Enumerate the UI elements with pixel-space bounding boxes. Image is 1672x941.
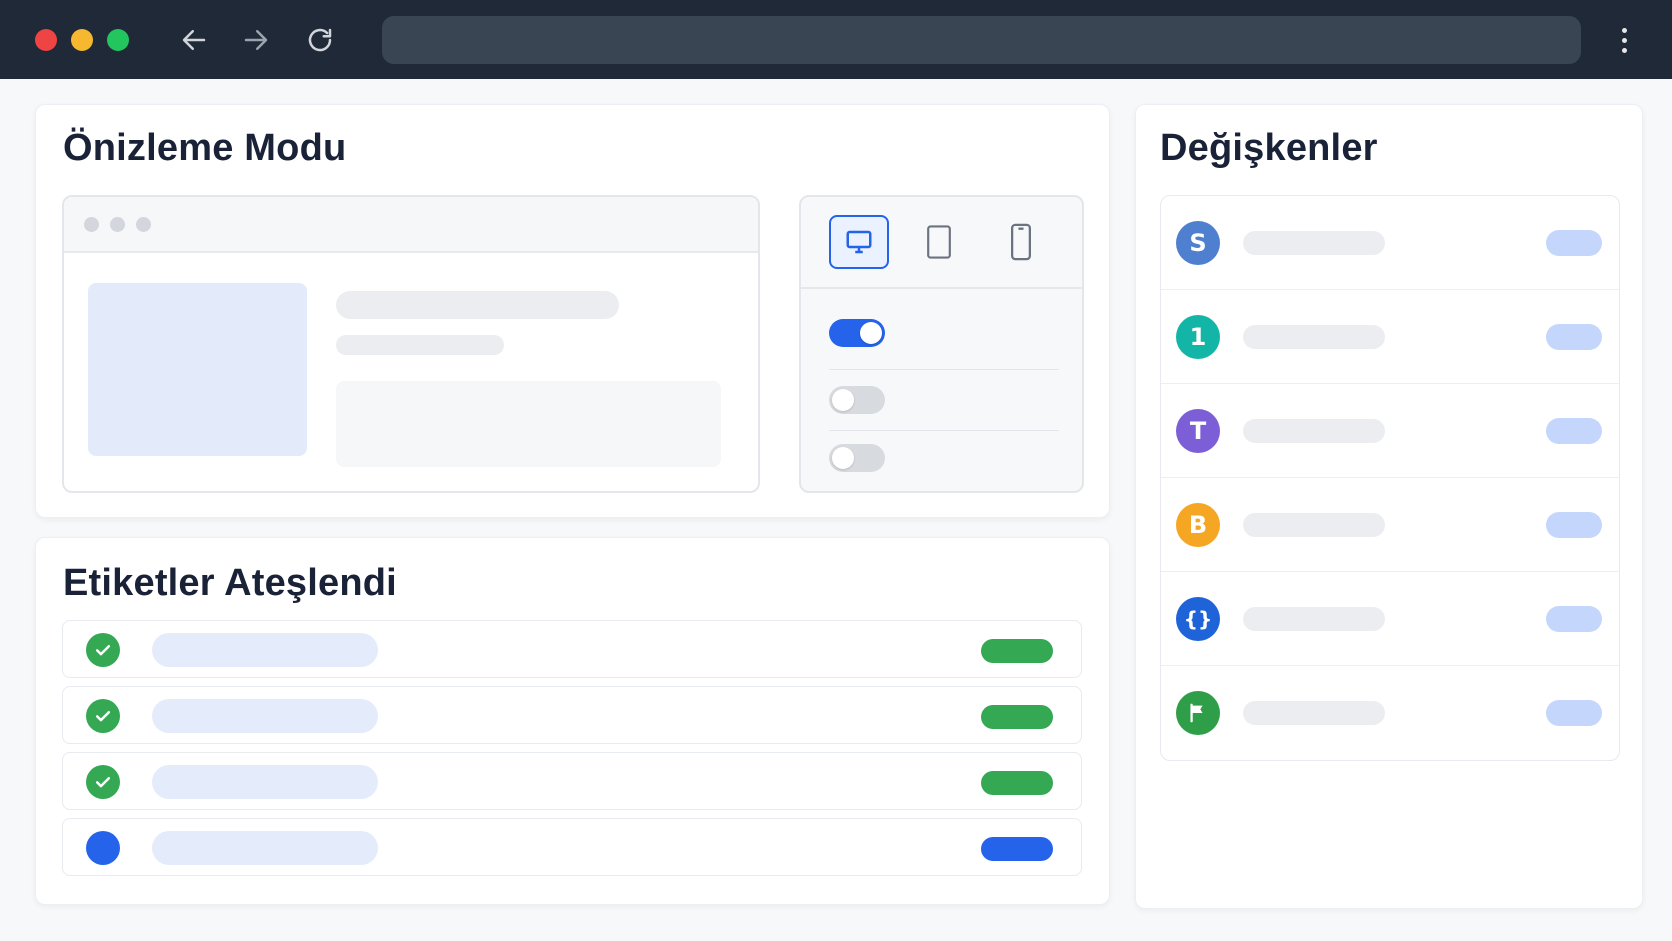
check-icon xyxy=(95,777,111,788)
variable-value-pill xyxy=(1546,230,1602,256)
divider xyxy=(829,369,1059,370)
tags-fired-panel: Etiketler Ateşlendi xyxy=(35,537,1110,905)
variable-value-pill xyxy=(1546,418,1602,444)
page-preview-frame xyxy=(62,195,760,493)
variable-type-badge: T xyxy=(1176,409,1220,453)
variable-type-badge: B xyxy=(1176,503,1220,547)
preview-window-bar xyxy=(64,197,758,253)
status-fired-badge xyxy=(86,633,120,667)
browser-toolbar xyxy=(0,0,1672,79)
tag-row[interactable] xyxy=(62,686,1082,744)
preview-toggle-3[interactable] xyxy=(829,444,885,472)
variable-row[interactable] xyxy=(1161,666,1619,760)
variable-name-placeholder xyxy=(1243,607,1385,631)
text-placeholder xyxy=(336,335,504,355)
status-pill xyxy=(981,771,1053,795)
window-dot-icon xyxy=(110,217,125,232)
variable-name-placeholder xyxy=(1243,701,1385,725)
preview-mode-panel: Önizleme Modu xyxy=(35,104,1110,518)
tags-fired-title: Etiketler Ateşlendi xyxy=(63,562,397,604)
window-dot-icon xyxy=(84,217,99,232)
variable-name-placeholder xyxy=(1243,231,1385,255)
tablet-device-button[interactable] xyxy=(909,215,969,269)
variable-row[interactable]: B xyxy=(1161,478,1619,572)
close-window-icon[interactable] xyxy=(35,29,57,51)
tag-row[interactable] xyxy=(62,752,1082,810)
tag-name-placeholder xyxy=(152,633,378,667)
image-placeholder xyxy=(88,283,307,456)
minimize-window-icon[interactable] xyxy=(71,29,93,51)
variable-row[interactable]: {} xyxy=(1161,572,1619,666)
status-pill xyxy=(981,639,1053,663)
variable-row[interactable]: T xyxy=(1161,384,1619,478)
check-icon xyxy=(95,711,111,722)
more-vertical-icon xyxy=(1621,27,1627,33)
monitor-icon xyxy=(846,230,872,254)
variable-type-badge: S xyxy=(1176,221,1220,265)
variable-row[interactable]: S xyxy=(1161,196,1619,290)
divider xyxy=(829,430,1059,431)
status-fired-badge xyxy=(86,699,120,733)
tag-name-placeholder xyxy=(152,699,378,733)
window-dot-icon xyxy=(136,217,151,232)
variables-panel: Değişkenler S 1 T B {} xyxy=(1135,104,1643,909)
status-pending-badge xyxy=(86,831,120,865)
tag-row[interactable] xyxy=(62,620,1082,678)
reload-button[interactable] xyxy=(302,22,338,58)
content-placeholder xyxy=(336,381,721,467)
arrow-right-icon xyxy=(244,30,268,50)
variable-type-badge: {} xyxy=(1176,597,1220,641)
arrow-left-icon xyxy=(182,30,206,50)
status-pill xyxy=(981,837,1053,861)
variables-title: Değişkenler xyxy=(1160,127,1378,169)
browser-menu-button[interactable] xyxy=(1612,22,1636,58)
variable-value-pill xyxy=(1546,324,1602,350)
reload-icon xyxy=(308,28,332,52)
variable-name-placeholder xyxy=(1243,325,1385,349)
device-settings-box xyxy=(799,195,1084,493)
variable-type-badge xyxy=(1176,691,1220,735)
mobile-device-button[interactable] xyxy=(991,215,1051,269)
tag-name-placeholder xyxy=(152,765,378,799)
flag-icon xyxy=(1190,703,1203,723)
address-bar[interactable] xyxy=(382,16,1581,64)
variable-name-placeholder xyxy=(1243,513,1385,537)
variable-value-pill xyxy=(1546,700,1602,726)
back-button[interactable] xyxy=(176,22,212,58)
desktop-device-button[interactable] xyxy=(829,215,889,269)
tag-row[interactable] xyxy=(62,818,1082,876)
preview-mode-title: Önizleme Modu xyxy=(63,127,347,169)
tag-name-placeholder xyxy=(152,831,378,865)
tablet-icon xyxy=(927,225,951,259)
forward-button[interactable] xyxy=(238,22,274,58)
check-icon xyxy=(95,645,111,656)
status-pill xyxy=(981,705,1053,729)
device-switcher xyxy=(801,197,1082,289)
variable-value-pill xyxy=(1546,606,1602,632)
variable-row[interactable]: 1 xyxy=(1161,290,1619,384)
variable-type-badge: 1 xyxy=(1176,315,1220,359)
variable-name-placeholder xyxy=(1243,419,1385,443)
status-fired-badge xyxy=(86,765,120,799)
variable-value-pill xyxy=(1546,512,1602,538)
variables-list: S 1 T B {} xyxy=(1160,195,1620,761)
maximize-window-icon[interactable] xyxy=(107,29,129,51)
preview-toggle-1[interactable] xyxy=(829,319,885,347)
smartphone-icon xyxy=(1010,223,1032,261)
preview-toggle-2[interactable] xyxy=(829,386,885,414)
text-placeholder xyxy=(336,291,619,319)
